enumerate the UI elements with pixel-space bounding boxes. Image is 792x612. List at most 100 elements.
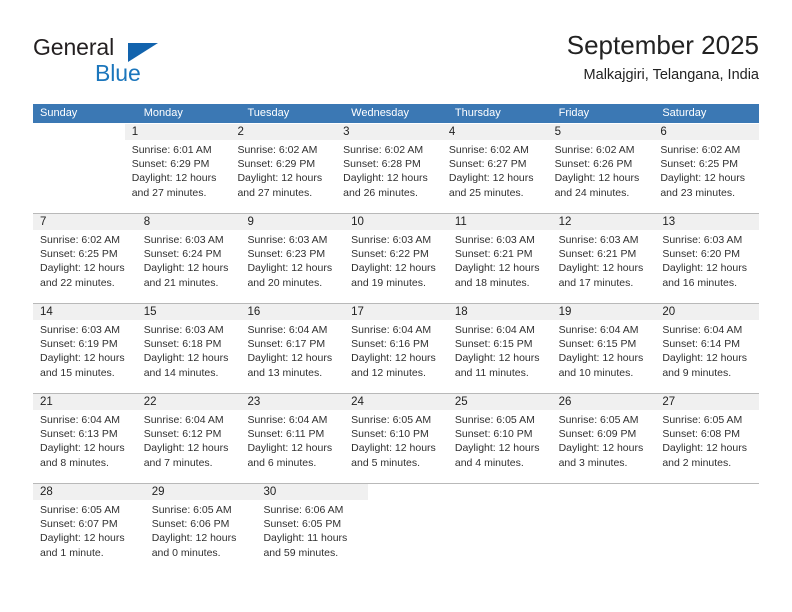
day-daylight-text: Daylight: 12 hours (454, 352, 540, 365)
day-daylight-text: and 27 minutes. (237, 186, 313, 199)
day-number: 24 (351, 396, 364, 408)
day-sunrise-text: Sunrise: 6:02 AM (554, 144, 635, 156)
day-sunset-text: Sunset: 6:15 PM (454, 338, 533, 351)
day-sunset-text: Sunset: 6:24 PM (143, 248, 222, 261)
calendar-day-cell[interactable]: 28 Sunrise: 6:05 AM Sunset: 6:07 PM Dayligh… (33, 484, 145, 573)
day-daylight-text: Daylight: 12 hours (558, 352, 644, 365)
day-number: 2 (237, 126, 244, 138)
day-sunset-text: Sunset: 6:06 PM (151, 518, 230, 531)
calendar-day-cell[interactable]: 7 Sunrise: 6:02 AM Sunset: 6:25 PM Daylight… (33, 214, 137, 303)
day-sunrise-text: Sunrise: 6:01 AM (131, 144, 212, 156)
calendar-day-cell[interactable]: 23 Sunrise: 6:04 AM Sunset: 6:11 PM Dayligh… (240, 394, 345, 483)
day-number: 14 (40, 306, 53, 318)
day-sunrise-text: Sunrise: 6:02 AM (343, 144, 424, 156)
day-sunset-text: Sunset: 6:21 PM (558, 248, 637, 261)
day-sunset-text: Sunset: 6:10 PM (351, 428, 429, 441)
day-daylight-text: Daylight: 12 hours (40, 262, 125, 275)
day-sunset-text: Sunset: 6:27 PM (448, 158, 527, 171)
calendar-day-cell[interactable]: 20 Sunrise: 6:04 AM Sunset: 6:14 PM Dayligh… (655, 304, 760, 393)
calendar-weeks: 1 Sunrise: 6:01 AM Sunset: 6:29 PM Daylight… (33, 123, 760, 573)
day-daylight-text: and 12 minutes. (351, 366, 426, 379)
day-sunrise-text: Sunrise: 6:06 AM (263, 504, 344, 516)
calendar-day-cell[interactable]: 5 Sunrise: 6:02 AM Sunset: 6:26 PM Daylight… (547, 124, 654, 213)
day-number: 27 (662, 396, 676, 408)
calendar-week-row: 21 Sunrise: 6:04 AM Sunset: 6:13 PM Dayligh… (33, 393, 760, 483)
calendar-day-cell[interactable]: 15 Sunrise: 6:03 AM Sunset: 6:18 PM Dayligh… (136, 304, 241, 393)
generalblue-logo[interactable]: General Blue (33, 34, 203, 92)
day-daylight-text: and 21 minutes. (143, 276, 219, 289)
page-subtitle: Malkajgiri, Telangana, India (583, 67, 759, 83)
calendar-day-cell[interactable]: 18 Sunrise: 6:04 AM Sunset: 6:15 PM Dayligh… (447, 304, 552, 393)
day-daylight-text: Daylight: 12 hours (40, 442, 125, 455)
calendar-cell-empty (466, 484, 564, 573)
day-sunset-text: Sunset: 6:28 PM (343, 158, 421, 171)
calendar-cell-empty (564, 484, 662, 573)
day-daylight-text: Daylight: 12 hours (247, 352, 333, 365)
calendar-day-cell[interactable]: 26 Sunrise: 6:05 AM Sunset: 6:09 PM Dayligh… (551, 394, 656, 483)
day-daylight-text: and 4 minutes. (454, 456, 524, 469)
day-number: 16 (247, 306, 261, 318)
calendar-day-cell[interactable]: 3 Sunrise: 6:02 AM Sunset: 6:28 PM Daylight… (336, 124, 442, 213)
day-details: Sunrise: 6:03 AM Sunset: 6:23 PM Daylight:… (247, 233, 337, 290)
day-daylight-text: and 13 minutes. (247, 366, 323, 379)
calendar-day-cell[interactable]: 25 Sunrise: 6:05 AM Sunset: 6:10 PM Dayligh… (447, 394, 552, 483)
day-details: Sunrise: 6:02 AM Sunset: 6:29 PM Daylight:… (237, 143, 329, 200)
day-daylight-text: Daylight: 12 hours (343, 172, 428, 185)
day-details: Sunrise: 6:02 AM Sunset: 6:25 PM Daylight:… (660, 143, 752, 200)
day-sunset-text: Sunset: 6:25 PM (40, 248, 118, 261)
day-sunrise-text: Sunrise: 6:03 AM (662, 234, 743, 246)
day-details: Sunrise: 6:03 AM Sunset: 6:21 PM Daylight:… (559, 233, 649, 290)
day-daylight-text: and 24 minutes. (554, 186, 630, 199)
page-header: General Blue September 2025 Malkajgiri, … (33, 28, 759, 98)
calendar-day-cell[interactable]: 12 Sunrise: 6:03 AM Sunset: 6:21 PM Dayligh… (551, 214, 656, 303)
calendar-day-cell[interactable]: 29 Sunrise: 6:05 AM Sunset: 6:06 PM Dayligh… (144, 484, 257, 573)
calendar-day-cell[interactable]: 8 Sunrise: 6:03 AM Sunset: 6:24 PM Daylight… (136, 214, 241, 303)
day-sunrise-text: Sunrise: 6:04 AM (662, 324, 743, 336)
calendar-day-cell[interactable]: 13 Sunrise: 6:03 AM Sunset: 6:20 PM Dayligh… (655, 214, 760, 303)
day-daylight-text: and 25 minutes. (448, 186, 524, 199)
day-daylight-text: and 10 minutes. (558, 366, 634, 379)
calendar-day-cell[interactable]: 22 Sunrise: 6:04 AM Sunset: 6:12 PM Dayligh… (136, 394, 241, 483)
day-details: Sunrise: 6:04 AM Sunset: 6:17 PM Daylight:… (247, 323, 337, 380)
calendar-day-cell[interactable]: 9 Sunrise: 6:03 AM Sunset: 6:23 PM Daylight… (240, 214, 345, 303)
calendar-day-cell[interactable]: 1 Sunrise: 6:01 AM Sunset: 6:29 PM Daylight… (124, 124, 231, 213)
calendar-day-cell[interactable]: 30 Sunrise: 6:06 AM Sunset: 6:05 PM Dayligh… (256, 484, 369, 573)
day-daylight-text: and 0 minutes. (151, 546, 221, 559)
day-daylight-text: and 59 minutes. (263, 546, 339, 559)
day-daylight-text: Daylight: 12 hours (662, 262, 747, 275)
day-details: Sunrise: 6:05 AM Sunset: 6:08 PM Daylight:… (662, 413, 752, 470)
day-sunset-text: Sunset: 6:16 PM (351, 338, 429, 351)
calendar-day-cell[interactable]: 24 Sunrise: 6:05 AM Sunset: 6:10 PM Dayligh… (344, 394, 448, 483)
calendar-day-cell[interactable]: 4 Sunrise: 6:02 AM Sunset: 6:27 PM Daylight… (441, 124, 548, 213)
calendar-day-cell[interactable]: 21 Sunrise: 6:04 AM Sunset: 6:13 PM Dayligh… (33, 394, 137, 483)
calendar-day-cell[interactable]: 11 Sunrise: 6:03 AM Sunset: 6:21 PM Dayligh… (447, 214, 552, 303)
calendar-day-cell[interactable]: 27 Sunrise: 6:05 AM Sunset: 6:08 PM Dayligh… (655, 394, 760, 483)
calendar-day-cell[interactable]: 6 Sunrise: 6:02 AM Sunset: 6:25 PM Daylight… (653, 124, 760, 213)
day-sunrise-text: Sunrise: 6:04 AM (351, 324, 432, 336)
day-sunset-text: Sunset: 6:08 PM (662, 428, 740, 441)
day-number: 21 (40, 396, 53, 408)
calendar-day-cell[interactable]: 17 Sunrise: 6:04 AM Sunset: 6:16 PM Dayligh… (344, 304, 448, 393)
day-sunset-text: Sunset: 6:07 PM (40, 518, 118, 531)
day-number: 25 (454, 396, 468, 408)
day-number: 20 (662, 306, 676, 318)
day-sunrise-text: Sunrise: 6:03 AM (454, 234, 535, 246)
day-daylight-text: Daylight: 12 hours (558, 262, 644, 275)
day-sunset-text: Sunset: 6:22 PM (351, 248, 429, 261)
calendar-day-cell[interactable]: 19 Sunrise: 6:04 AM Sunset: 6:15 PM Dayligh… (551, 304, 656, 393)
calendar-day-cell[interactable]: 10 Sunrise: 6:03 AM Sunset: 6:22 PM Dayligh… (344, 214, 448, 303)
calendar-day-cell[interactable]: 16 Sunrise: 6:04 AM Sunset: 6:17 PM Dayligh… (240, 304, 345, 393)
day-daylight-text: and 16 minutes. (662, 276, 738, 289)
calendar-day-cell[interactable]: 14 Sunrise: 6:03 AM Sunset: 6:19 PM Dayligh… (33, 304, 137, 393)
day-number: 3 (343, 126, 350, 138)
day-number: 28 (40, 486, 53, 498)
day-daylight-text: Daylight: 12 hours (454, 262, 540, 275)
calendar-day-cell[interactable]: 2 Sunrise: 6:02 AM Sunset: 6:29 PM Daylight… (230, 124, 337, 213)
day-daylight-text: and 6 minutes. (247, 456, 317, 469)
day-details: Sunrise: 6:02 AM Sunset: 6:25 PM Daylight:… (40, 233, 130, 290)
day-sunset-text: Sunset: 6:23 PM (247, 248, 326, 261)
day-daylight-text: and 1 minute. (40, 546, 104, 559)
day-sunrise-text: Sunrise: 6:03 AM (143, 234, 224, 246)
day-details: Sunrise: 6:01 AM Sunset: 6:29 PM Daylight:… (132, 143, 224, 200)
day-daylight-text: and 15 minutes. (40, 366, 115, 379)
